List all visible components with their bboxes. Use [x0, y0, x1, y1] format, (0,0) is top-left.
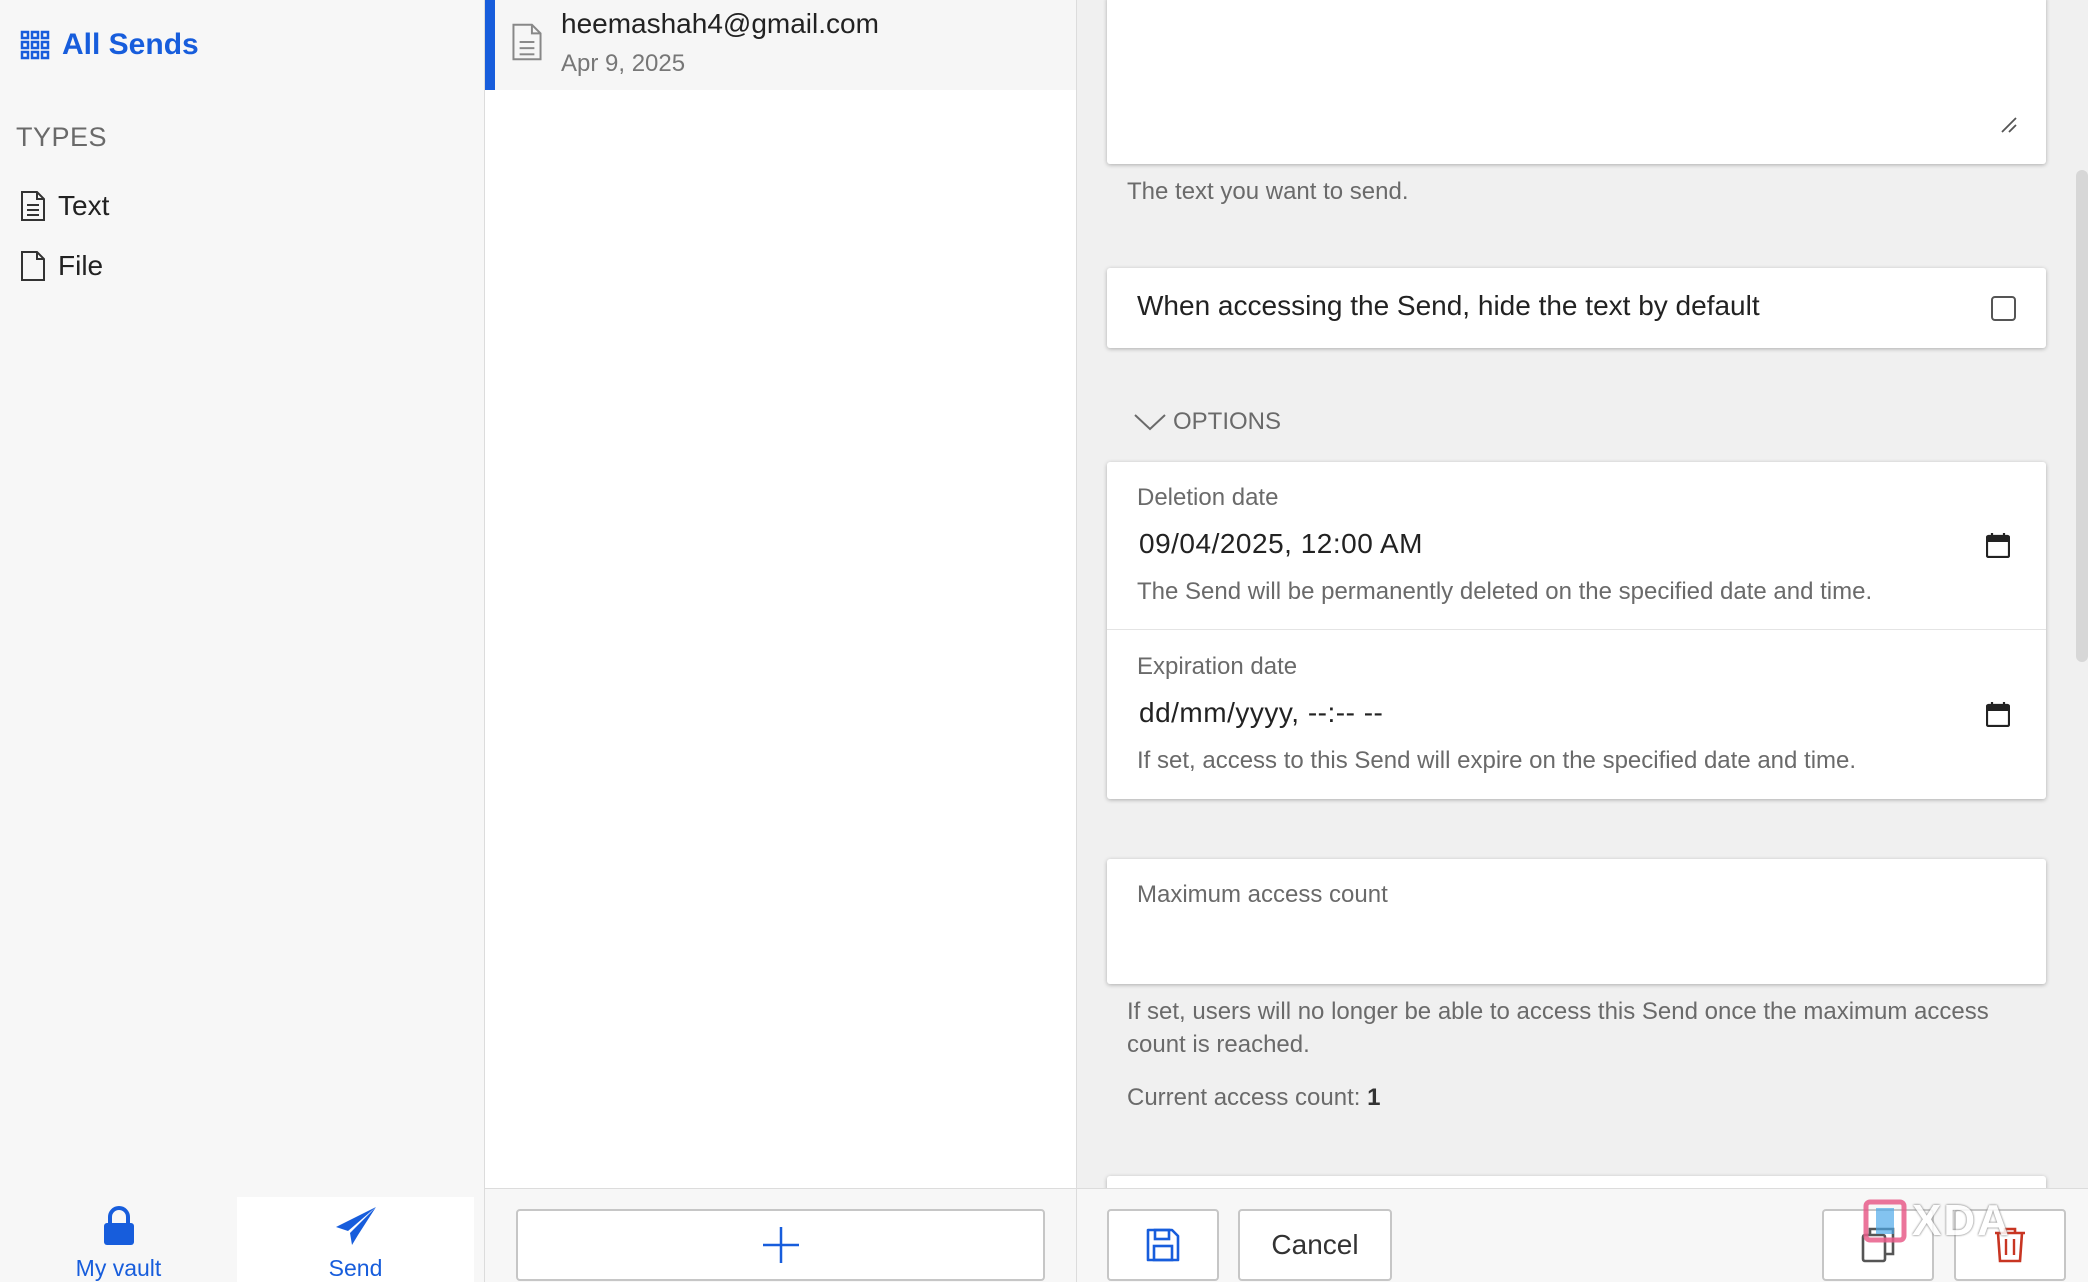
watermark-text: XDA	[1912, 1196, 2011, 1245]
expiration-date-input[interactable]: dd/mm/yyyy, --:-- --	[1139, 697, 1383, 729]
calendar-icon[interactable]	[1986, 532, 2010, 558]
all-sends-link[interactable]: All Sends	[20, 28, 199, 62]
nav-label: My vault	[75, 1255, 162, 1281]
deletion-date-input[interactable]: 09/04/2025, 12:00 AM	[1139, 528, 1423, 560]
chevron-down-icon	[1133, 412, 1167, 432]
paper-plane-icon	[334, 1205, 378, 1255]
sidebar: All Sends TYPES Text File My vault Send	[0, 0, 485, 1282]
sidebar-item-label: Text	[58, 190, 110, 221]
send-list-pane: heemashah4@gmail.com Apr 9, 2025	[485, 0, 1077, 1282]
expiration-date-hint: If set, access to this Send will expire …	[1137, 747, 1857, 774]
xda-logo-icon	[1862, 1198, 1908, 1244]
nav-label: Send	[328, 1255, 383, 1281]
current-access-count: Current access count: 1	[1127, 1084, 1380, 1112]
file-icon	[20, 250, 46, 282]
list-item-date: Apr 9, 2025	[561, 50, 686, 77]
expiration-date-label: Expiration date	[1137, 653, 1298, 680]
xda-watermark: XDA	[1862, 1196, 2011, 1246]
list-item-title: heemashah4@gmail.com	[561, 8, 879, 39]
max-access-count-hint: If set, users will no longer be able to …	[1127, 998, 1989, 1058]
text-document-icon	[511, 22, 543, 62]
types-heading: TYPES	[16, 122, 108, 152]
scrollbar[interactable]	[2076, 170, 2088, 662]
cancel-button[interactable]: Cancel	[1238, 1209, 1392, 1281]
sidebar-item-label: File	[58, 250, 104, 281]
divider	[1107, 629, 2046, 630]
dates-card: Deletion date 09/04/2025, 12:00 AM The S…	[1107, 462, 2046, 799]
calendar-icon[interactable]	[1986, 701, 2010, 727]
lock-icon	[101, 1205, 137, 1255]
send-detail-pane: The text you want to send. When accessin…	[1077, 0, 2088, 1282]
hide-text-option: When accessing the Send, hide the text b…	[1107, 268, 2046, 348]
deletion-date-hint: The Send will be permanently deleted on …	[1137, 578, 1873, 605]
options-toggle[interactable]: OPTIONS	[1133, 408, 1281, 436]
grid-icon	[20, 30, 50, 60]
all-sends-label: All Sends	[62, 28, 199, 61]
list-footer	[485, 1188, 1076, 1282]
floppy-disk-icon	[1145, 1227, 1181, 1263]
plus-icon	[761, 1225, 801, 1265]
hide-text-label: When accessing the Send, hide the text b…	[1137, 290, 1760, 321]
nav-my-vault[interactable]: My vault	[0, 1197, 237, 1282]
text-document-icon	[20, 190, 46, 222]
options-label: OPTIONS	[1173, 408, 1282, 435]
max-access-count-field[interactable]: Maximum access count	[1107, 859, 2046, 984]
hide-text-checkbox[interactable]	[1991, 296, 2016, 321]
save-button[interactable]	[1107, 1209, 1219, 1281]
send-text-input[interactable]	[1107, 0, 2046, 164]
max-access-count-label: Maximum access count	[1137, 881, 1388, 908]
add-send-button[interactable]	[516, 1209, 1045, 1281]
sidebar-item-file[interactable]: File	[20, 250, 103, 282]
resize-grip-icon[interactable]	[2000, 116, 2018, 134]
bottom-nav: My vault Send	[0, 1197, 485, 1282]
sidebar-item-text[interactable]: Text	[20, 190, 109, 222]
list-item[interactable]: heemashah4@gmail.com Apr 9, 2025	[485, 0, 1076, 90]
deletion-date-label: Deletion date	[1137, 484, 1279, 511]
nav-send[interactable]: Send	[237, 1197, 474, 1282]
current-access-count-value: 1	[1367, 1084, 1381, 1111]
current-access-count-label: Current access count:	[1127, 1084, 1361, 1111]
send-text-hint: The text you want to send.	[1127, 178, 1409, 205]
